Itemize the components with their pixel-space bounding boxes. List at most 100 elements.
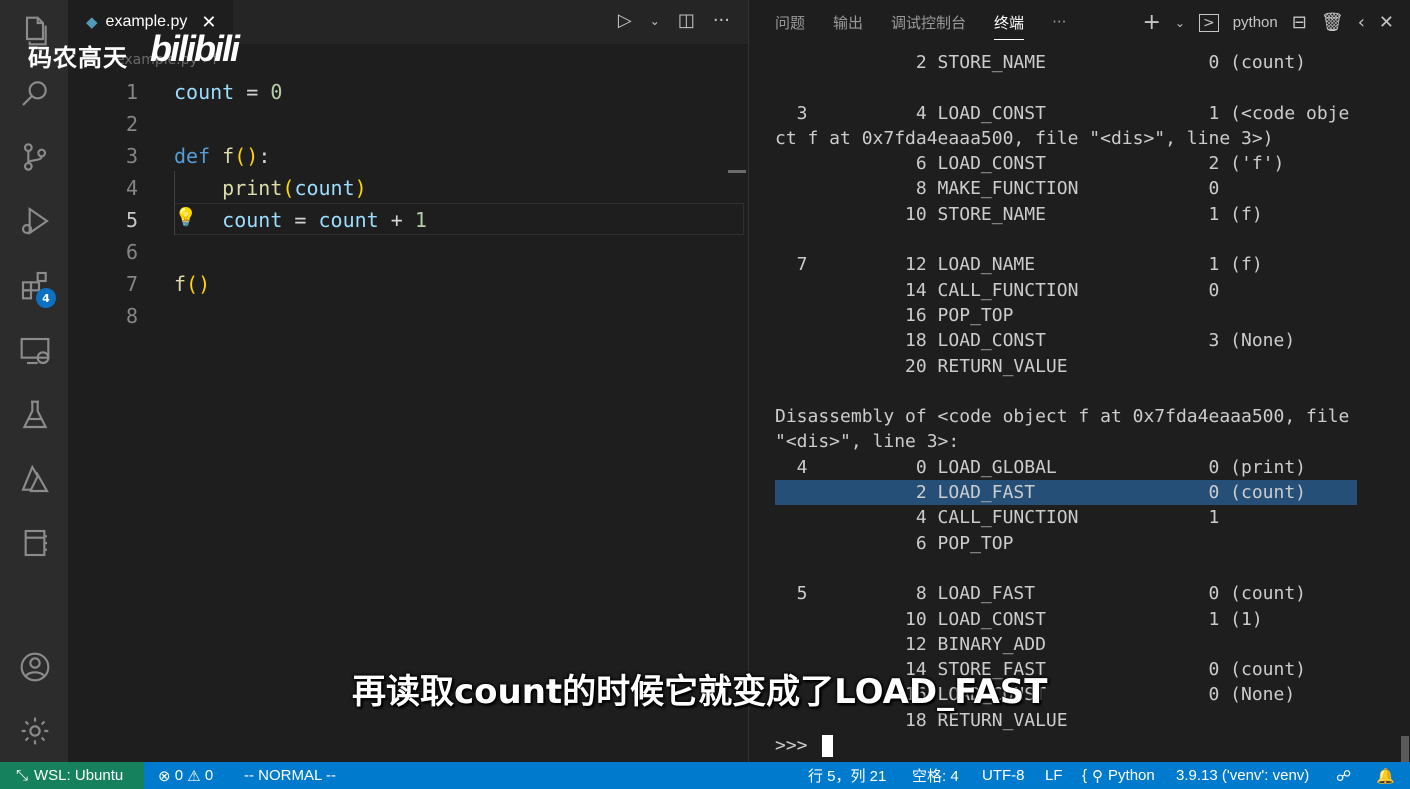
editor-actions: ▷ ⌄ ◫ ··· <box>618 10 730 31</box>
split-terminal-icon[interactable]: ⊟ <box>1292 12 1307 33</box>
terminal-line: 8 MAKE_FUNCTION 0 <box>775 178 1220 200</box>
tab-debug-console[interactable]: 调试控制台 <box>891 12 966 33</box>
split-editor-icon[interactable]: ◫ <box>678 10 695 31</box>
add-terminal-icon[interactable]: + <box>1142 10 1160 35</box>
chevron-down-icon[interactable]: ⌄ <box>650 14 660 28</box>
line-number: 6 <box>125 240 138 264</box>
code-line-1[interactable]: 1 count = 0 <box>68 76 748 108</box>
terminal-line: "<dis>", line 3>: <box>775 431 960 453</box>
braces-icon: { <box>1082 767 1088 784</box>
line-number: 8 <box>125 304 138 328</box>
code-line-4[interactable]: 4 print(count) <box>68 172 748 204</box>
terminal-line: 4 CALL_FUNCTION 1 <box>775 507 1220 529</box>
azure-icon[interactable] <box>18 462 52 496</box>
terminal-line: 18 LOAD_CONST 3 (None) <box>775 330 1296 352</box>
tab-terminal[interactable]: 终端 <box>994 12 1025 40</box>
testing-icon[interactable] <box>18 398 52 432</box>
error-count: 0 <box>174 767 184 784</box>
line-number: 5 <box>125 208 138 232</box>
extensions-badge: 4 <box>36 288 56 308</box>
language-label: Python <box>1108 767 1155 784</box>
line-number: 3 <box>125 144 138 168</box>
remote-indicator[interactable]: ⤡ WSL: Ubuntu <box>0 762 144 789</box>
end-of-line[interactable]: LF <box>1045 762 1063 789</box>
channel-watermark: 码农高天 <box>28 44 128 72</box>
terminal-line: ct f at 0x7fda4eaaa500, file "<dis>", li… <box>775 127 1274 149</box>
terminal-cursor <box>822 735 834 758</box>
account-icon[interactable] <box>18 650 52 684</box>
terminal-line: 7 12 LOAD_NAME 1 (f) <box>775 254 1263 276</box>
search-icon[interactable] <box>18 76 52 110</box>
lightbulb-icon[interactable]: 💡 <box>175 203 197 231</box>
terminal-line: 14 CALL_FUNCTION 0 <box>775 279 1220 301</box>
trash-icon[interactable]: 🗑 <box>1321 12 1344 33</box>
terminal-line: 6 LOAD_CONST 2 ('f') <box>775 153 1285 175</box>
remote-label: WSL: Ubuntu <box>34 767 124 784</box>
code-line-5[interactable]: 5 count = count + 1 <box>68 204 748 236</box>
terminal-line: 20 RETURN_VALUE <box>775 355 1068 377</box>
run-icon[interactable]: ▷ <box>618 10 632 31</box>
terminal-line: 5 8 LOAD_FAST 0 (count) <box>775 583 1307 605</box>
terminal-line: 16 POP_TOP <box>775 304 1014 326</box>
bell-icon[interactable]: 🔔 <box>1376 762 1395 789</box>
editor-group: ◆ example.py ✕ ▷ ⌄ ◫ ··· example.py › f … <box>68 0 748 762</box>
terminal-prompt[interactable]: >>> <box>775 733 1395 758</box>
python-icon: ⚲ <box>1092 767 1104 785</box>
prompt-text: >>> <box>775 735 819 757</box>
tab-more[interactable]: ··· <box>1052 13 1066 31</box>
remote-icon: ⤡ <box>16 767 29 784</box>
terminal-line: 4 0 LOAD_GLOBAL 0 (print) <box>775 456 1307 478</box>
code-line-8[interactable]: 8 <box>68 300 748 332</box>
gear-icon[interactable] <box>18 714 52 748</box>
more-actions-icon[interactable]: ··· <box>713 10 730 31</box>
status-bar: ⤡ WSL: Ubuntu ⊗ 0 ⚠ 0 -- NORMAL -- 行 5，列… <box>0 762 1410 789</box>
chevron-left-icon[interactable]: ‹ <box>1358 12 1365 33</box>
code-text: def f(): <box>174 144 271 168</box>
terminal-scrollbar[interactable] <box>1401 736 1409 762</box>
vim-mode: -- NORMAL -- <box>244 767 336 784</box>
terminal-shell-name[interactable]: python <box>1233 14 1278 31</box>
chevron-down-icon[interactable]: ⌄ <box>1175 16 1185 30</box>
activity-bar: 4 <box>0 0 68 762</box>
panel-actions: + ⌄ > python ⊟ 🗑 ‹ ✕ <box>1142 10 1394 35</box>
language-mode[interactable]: { ⚲ Python <box>1082 762 1155 789</box>
terminal-line: 10 LOAD_CONST 1 (1) <box>775 608 1263 630</box>
warning-icon: ⚠ <box>187 767 201 785</box>
encoding[interactable]: UTF-8 <box>982 762 1025 789</box>
tab-problems[interactable]: 问题 <box>775 12 805 33</box>
code-line-6[interactable]: 6 <box>68 236 748 268</box>
line-number: 4 <box>125 176 138 200</box>
code-line-2[interactable]: 2 <box>68 108 748 140</box>
code-text: count = count + 1 <box>222 208 427 232</box>
terminal-output[interactable]: 2 STORE_NAME 0 (count) 3 4 LOAD_CONST 1 … <box>775 50 1395 758</box>
code-line-3[interactable]: 3 def f(): <box>68 140 748 172</box>
cursor-position[interactable]: 行 5，列 21 <box>808 762 886 789</box>
python-interpreter[interactable]: 3.9.13 ('venv': venv) <box>1176 762 1309 789</box>
scrollbar-marker[interactable] <box>728 170 746 173</box>
indentation[interactable]: 空格: 4 <box>912 762 959 789</box>
run-debug-icon[interactable] <box>18 204 52 238</box>
line-number: 7 <box>125 272 138 296</box>
remote-explorer-icon[interactable] <box>18 334 52 368</box>
source-control-icon[interactable] <box>18 140 52 174</box>
bilibili-logo: bilibili <box>150 28 240 69</box>
terminal-line: 2 STORE_NAME 0 (count) <box>775 52 1307 73</box>
terminal-line: 2 LOAD_FAST 0 (count) <box>775 480 1357 506</box>
video-subtitle: 再读取count的时候它就变成了LOAD_FAST <box>352 672 1048 712</box>
feedback-icon[interactable]: ☍ <box>1336 762 1351 789</box>
code-line-7[interactable]: 7 f() <box>68 268 748 300</box>
terminal-line: 3 4 LOAD_CONST 1 (<code obje <box>775 102 1350 124</box>
close-icon[interactable]: ✕ <box>1379 12 1394 33</box>
notebook-icon[interactable] <box>18 526 52 560</box>
problems-indicator[interactable]: ⊗ 0 ⚠ 0 <box>158 762 213 789</box>
terminal-line: 6 POP_TOP <box>775 532 1014 554</box>
code-text: f() <box>174 272 211 296</box>
code-text: count = 0 <box>174 80 283 104</box>
error-icon: ⊗ <box>158 767 171 785</box>
terminal-line: Disassembly of <code object f at 0x7fda4… <box>775 406 1350 428</box>
terminal-line: 12 BINARY_ADD <box>775 633 1046 655</box>
line-number: 2 <box>125 112 138 136</box>
tab-output[interactable]: 输出 <box>833 12 863 33</box>
